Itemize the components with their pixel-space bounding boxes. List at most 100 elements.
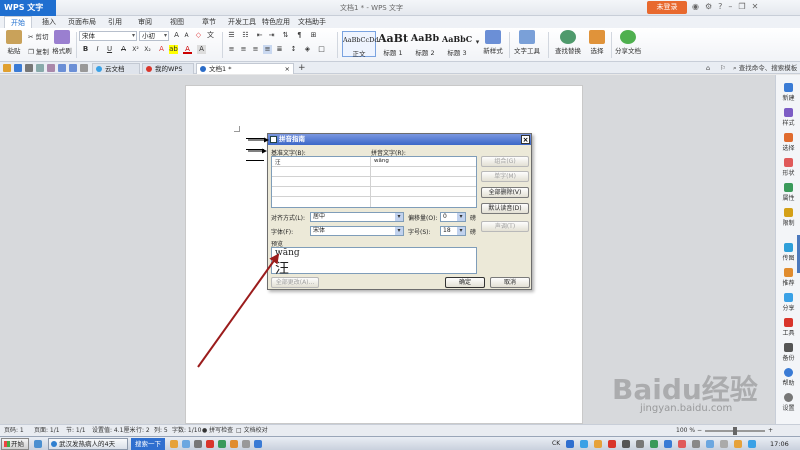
align-left-icon[interactable]: ≡ (227, 45, 236, 54)
pinyin-guide-icon[interactable]: 文 (206, 31, 215, 40)
ok-button[interactable]: 确定 (445, 277, 485, 288)
customize-icon[interactable] (80, 64, 88, 72)
redo-icon[interactable] (69, 64, 77, 72)
change-all-button[interactable]: 全部更改(A)... (271, 277, 319, 288)
minimize-icon[interactable]: – (728, 2, 732, 11)
tab-page-layout[interactable]: 页面布局 (68, 16, 96, 28)
align-select[interactable]: 居中 (310, 212, 404, 222)
tab-view[interactable]: 视图 (170, 16, 184, 28)
decrease-indent-icon[interactable]: ⇤ (255, 31, 264, 40)
sort-icon[interactable]: ⇅ (281, 31, 290, 40)
tab-chapter[interactable]: 章节 (202, 16, 216, 28)
border-icon[interactable]: □ (317, 45, 326, 54)
taskbar-clock[interactable]: 17:06 (770, 437, 789, 450)
clear-format-icon[interactable]: ◇ (194, 31, 203, 40)
sidebar-item-share[interactable]: 分享 (776, 293, 800, 312)
login-button[interactable]: 未登录 (647, 1, 687, 14)
grid-row[interactable] (272, 197, 476, 207)
shrink-font-icon[interactable]: A (182, 31, 191, 40)
find-replace-button[interactable]: 查找替换 (552, 30, 584, 55)
taskbar-search-button[interactable]: 搜索一下 (131, 438, 165, 450)
tab-review[interactable]: 审阅 (138, 16, 152, 28)
export-icon[interactable] (47, 64, 55, 72)
app-icon[interactable] (254, 440, 262, 448)
select-button[interactable]: 选择 (586, 30, 608, 55)
tab-references[interactable]: 引用 (108, 16, 122, 28)
format-painter-button[interactable]: 格式刷 (51, 30, 73, 55)
size-select[interactable]: 18 (440, 226, 466, 236)
style-heading-3[interactable]: AaBbC 标题 3 (442, 31, 472, 57)
align-right-icon[interactable]: ≡ (251, 45, 260, 54)
default-reading-button[interactable]: 默认读音(D) (481, 203, 529, 214)
restore-icon[interactable]: ❐ (738, 2, 745, 11)
tab-home[interactable]: 开始 (4, 16, 32, 28)
desktop-icon[interactable] (34, 440, 42, 448)
folder-icon[interactable] (170, 440, 178, 448)
grid-row[interactable] (272, 187, 476, 197)
superscript-icon[interactable]: X² (131, 45, 140, 54)
tone-button[interactable]: 声调(T) (481, 221, 529, 232)
tab-developer[interactable]: 开发工具 (228, 16, 256, 28)
settings-icon[interactable]: ⚙ (705, 2, 712, 11)
offset-stepper[interactable]: 0 (440, 212, 466, 222)
print-preview-icon[interactable] (36, 64, 44, 72)
strikethrough-icon[interactable]: A (119, 45, 128, 54)
sidebar-item-help[interactable]: 帮助 (776, 368, 800, 387)
app-icon[interactable] (194, 440, 202, 448)
style-heading-1[interactable]: AaBt 标题 1 (378, 31, 408, 57)
undo-icon[interactable] (58, 64, 66, 72)
open-icon[interactable] (3, 64, 11, 72)
wps-taskbar-icon[interactable] (206, 440, 214, 448)
sidebar-item-backup[interactable]: 备份 (776, 343, 800, 362)
zoom-slider-handle[interactable] (733, 427, 737, 435)
dialog-title-bar[interactable]: 拼音指南 × (268, 134, 531, 145)
shading-icon[interactable]: ◈ (303, 45, 312, 54)
tray-icon[interactable] (748, 440, 756, 448)
network-icon[interactable] (692, 440, 700, 448)
tray-icon[interactable] (650, 440, 658, 448)
style-heading-2[interactable]: AaBb 标题 2 (410, 31, 440, 57)
search-command[interactable]: ⌕ 查找命令、搜索模板 (733, 62, 797, 74)
group-button[interactable]: 组合(G) (481, 156, 529, 167)
char-shading-icon[interactable]: A (197, 45, 206, 54)
close-tab-icon[interactable]: × (285, 64, 290, 75)
align-center-icon[interactable]: ≡ (239, 45, 248, 54)
input-method-indicator[interactable]: CK (552, 437, 560, 450)
line-spacing-icon[interactable]: ↕ (289, 45, 298, 54)
subscript-icon[interactable]: X₂ (143, 45, 152, 54)
font-color-icon[interactable]: A (183, 45, 192, 54)
tray-icon[interactable] (594, 440, 602, 448)
save-icon[interactable] (14, 64, 22, 72)
tray-icon[interactable] (664, 440, 672, 448)
taskbar-browser-item[interactable]: 武汉发热病人的4天 (48, 438, 128, 450)
skin-icon[interactable]: ◉ (692, 2, 699, 11)
text-tools-button[interactable]: 文字工具 (512, 30, 542, 55)
tray-icon[interactable] (580, 440, 588, 448)
cut-button[interactable]: ✂ 剪切 (28, 31, 49, 41)
tray-icon[interactable] (608, 440, 616, 448)
bullet-list-icon[interactable]: ☰ (227, 31, 236, 40)
tab-doc-assistant[interactable]: 文档助手 (298, 16, 326, 28)
app-icon[interactable] (182, 440, 190, 448)
new-tab-icon[interactable]: + (298, 62, 306, 74)
skin-small-icon[interactable]: ⚐ (720, 62, 726, 74)
show-marks-icon[interactable]: ¶ (295, 31, 304, 40)
start-button[interactable]: 开始 (1, 438, 29, 450)
cancel-button[interactable]: 取消 (490, 277, 530, 288)
sidebar-item-tools[interactable]: 工具 (776, 318, 800, 337)
style-normal[interactable]: AaBbCcDd 正文 (342, 31, 379, 58)
doc-tab-mywps[interactable]: 我的WPS (142, 63, 194, 74)
close-icon[interactable]: ✕ (752, 2, 759, 11)
tab-insert[interactable]: 插入 (42, 16, 56, 28)
highlight-icon[interactable]: ab (169, 45, 178, 54)
base-text-input[interactable]: 汪 (275, 158, 281, 166)
ruby-text-input[interactable]: wāng (374, 158, 389, 164)
app-icon[interactable] (218, 440, 226, 448)
help-icon[interactable]: ? (718, 2, 722, 11)
sidebar-item-new[interactable]: 新建 (776, 83, 800, 102)
copy-button[interactable]: ❐ 复制 (28, 46, 49, 56)
dialog-close-button[interactable]: × (521, 135, 530, 144)
volume-icon[interactable] (706, 440, 714, 448)
sidebar-item-settings[interactable]: 设置 (776, 393, 800, 412)
grid-row[interactable] (272, 167, 476, 177)
